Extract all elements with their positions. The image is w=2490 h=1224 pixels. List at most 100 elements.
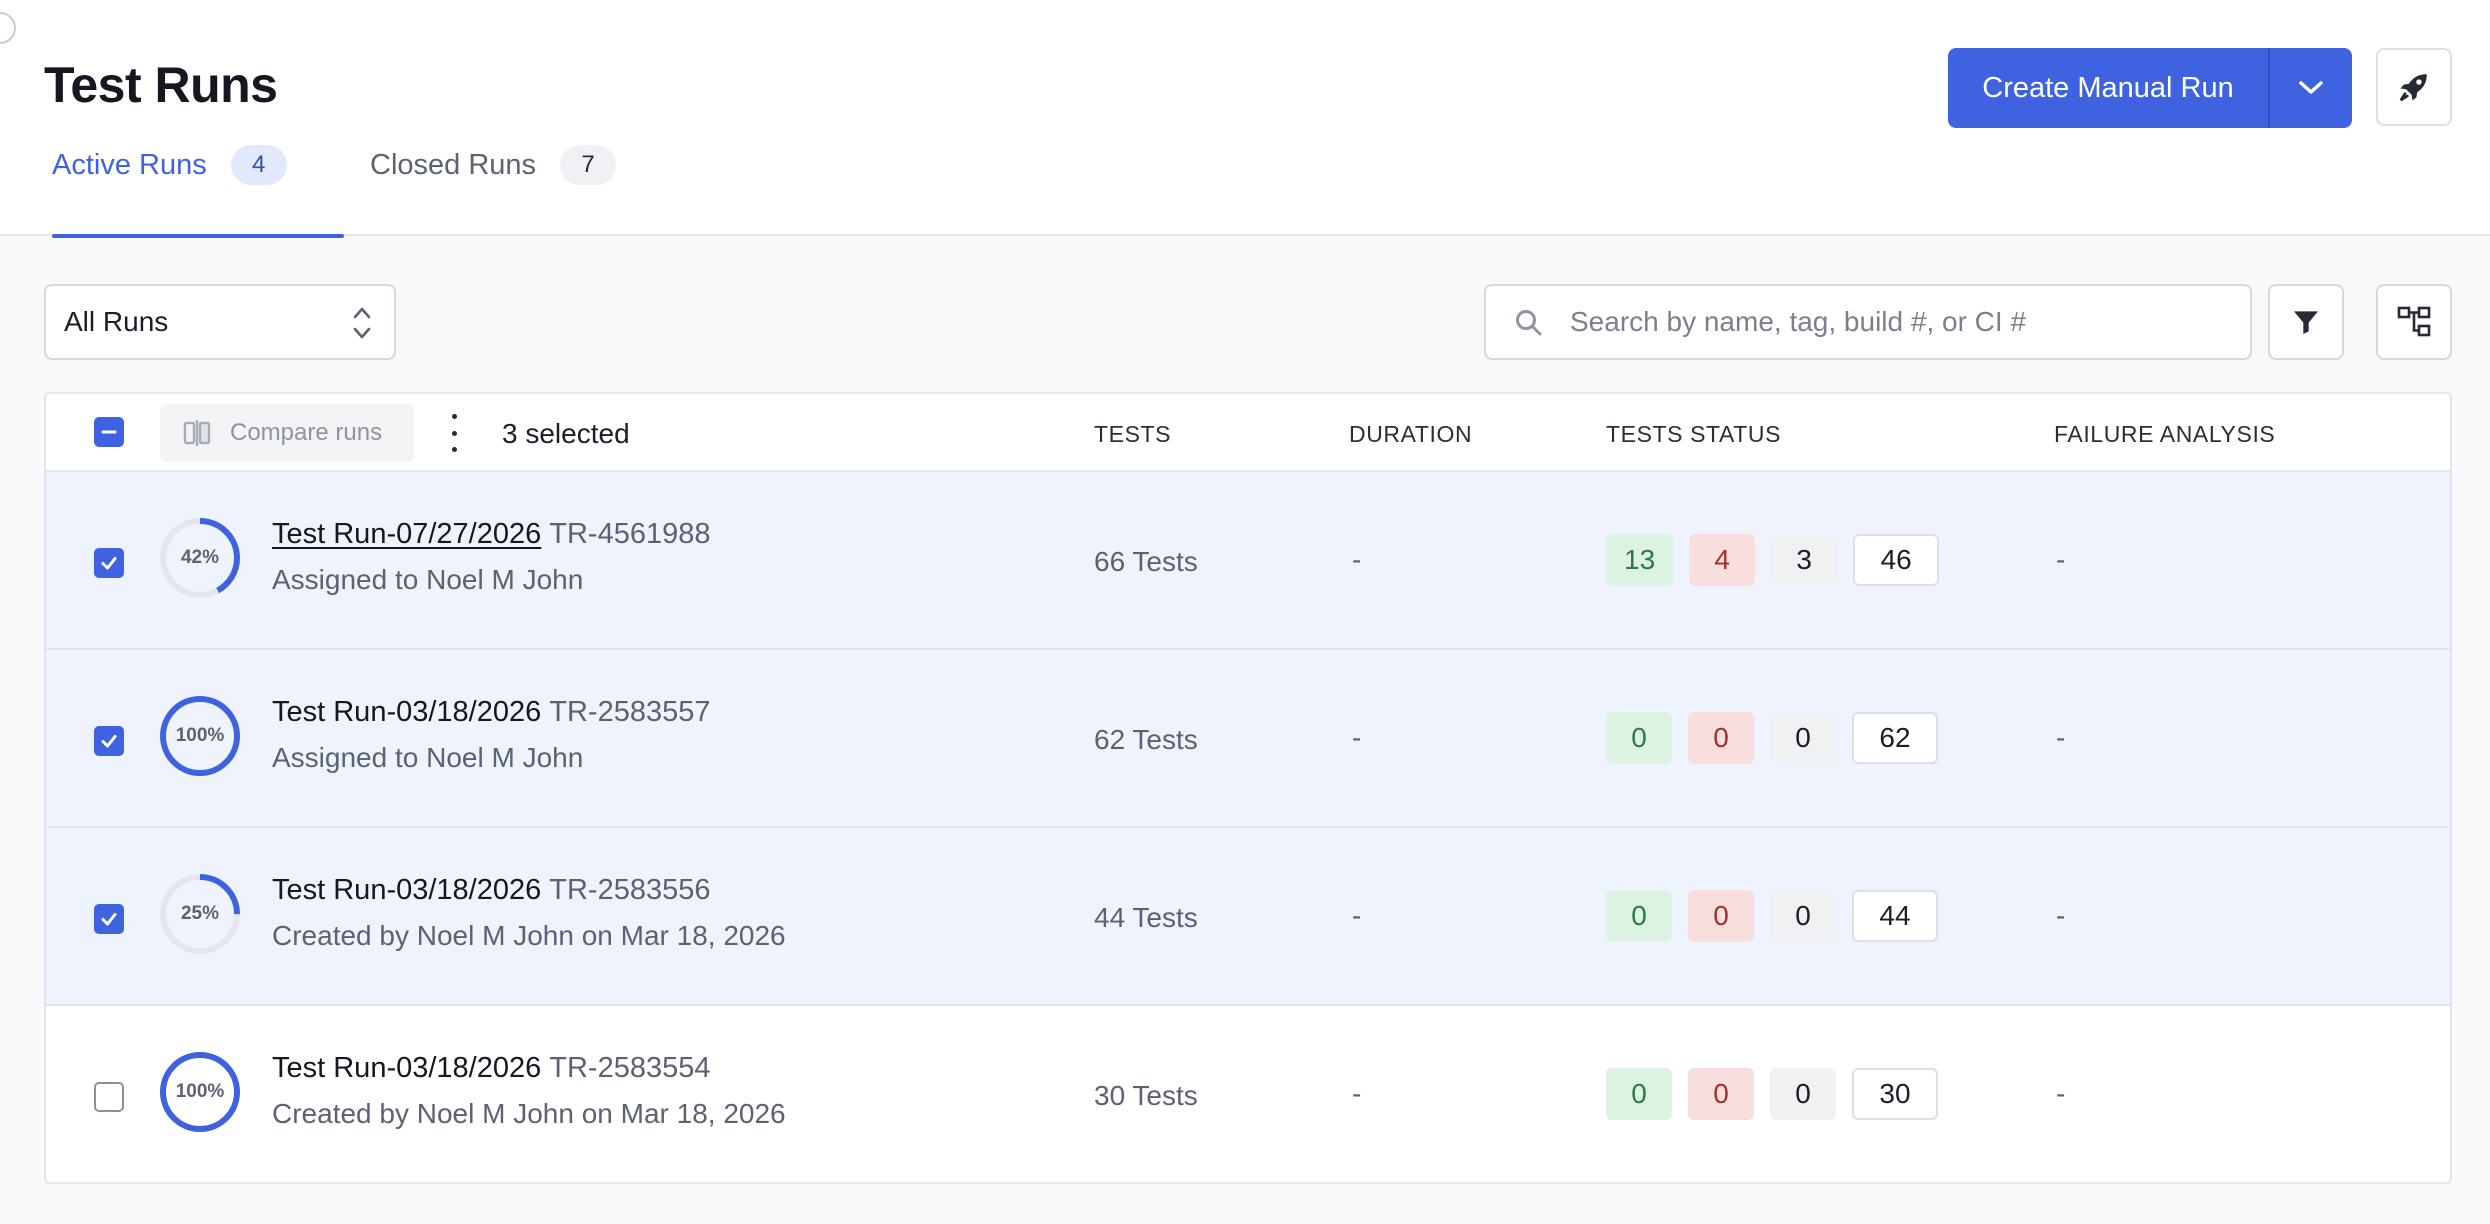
progress-percent: 25% bbox=[180, 903, 220, 924]
column-header-failure-analysis: FAILURE ANALYSIS bbox=[2054, 421, 2276, 447]
create-run-dropdown-button[interactable] bbox=[2270, 48, 2352, 128]
up-down-chevron-icon bbox=[353, 307, 371, 339]
failure-analysis-value: - bbox=[2056, 1078, 2066, 1109]
run-subtitle: Assigned to Noel M John bbox=[272, 564, 584, 595]
column-header-tests-status: TESTS STATUS bbox=[1606, 421, 1782, 447]
filter-icon bbox=[2294, 311, 2318, 334]
compare-runs-button[interactable]: Compare runs bbox=[160, 404, 414, 462]
duration-value: - bbox=[1352, 722, 1362, 753]
corner-circle-icon bbox=[0, 12, 16, 44]
page-title: Test Runs bbox=[44, 57, 278, 113]
tests-status-group: 0 0 0 44 bbox=[1606, 890, 1938, 942]
tests-status-group: 13 4 3 46 bbox=[1606, 534, 1940, 586]
failed-count-badge: 0 bbox=[1688, 890, 1754, 942]
failed-count-badge: 0 bbox=[1688, 1068, 1754, 1120]
run-title: Test Run-03/18/2026 TR-2583554 bbox=[272, 1052, 710, 1085]
duration-value: - bbox=[1352, 1078, 1362, 1109]
check-icon bbox=[101, 557, 117, 570]
passed-count-badge: 13 bbox=[1606, 534, 1674, 586]
run-id: TR-4561988 bbox=[549, 518, 711, 550]
failed-count-badge: 4 bbox=[1689, 534, 1756, 586]
run-subtitle: Created by Noel M John on Mar 18, 2026 bbox=[272, 1098, 786, 1129]
failure-analysis-value: - bbox=[2056, 900, 2066, 931]
table-row[interactable]: 100% Test Run-03/18/2026 TR-2583554 Creat… bbox=[46, 1006, 2450, 1182]
selected-count: 3 selected bbox=[502, 418, 630, 449]
tab-label: Closed Runs bbox=[370, 149, 537, 181]
tab-label: Active Runs bbox=[52, 149, 207, 181]
rocket-icon bbox=[2399, 74, 2427, 102]
select-all-checkbox[interactable] bbox=[94, 417, 124, 447]
tab-active-runs[interactable]: Active Runs 4 bbox=[52, 145, 344, 238]
untested-count-badge: 30 bbox=[1852, 1068, 1938, 1120]
run-name-link[interactable]: Test Run-03/18/2026 bbox=[272, 696, 541, 728]
skipped-count-badge: 0 bbox=[1770, 1068, 1836, 1120]
run-title: Test Run-07/27/2026 TR-4561988 bbox=[272, 518, 710, 551]
failure-analysis-value: - bbox=[2056, 544, 2066, 575]
run-title: Test Run-03/18/2026 TR-2583556 bbox=[272, 874, 710, 907]
table-row[interactable]: 25% Test Run-03/18/2026 TR-2583556 Create… bbox=[46, 828, 2450, 1006]
row-checkbox[interactable] bbox=[94, 726, 124, 756]
indeterminate-icon bbox=[101, 430, 117, 434]
run-title: Test Run-03/18/2026 TR-2583557 bbox=[272, 696, 710, 729]
filter-button[interactable] bbox=[2268, 284, 2344, 360]
compare-runs-label: Compare runs bbox=[230, 419, 383, 446]
progress-ring: 42% bbox=[158, 516, 242, 600]
table-header: Compare runs 3 selected TESTS DURATION T… bbox=[46, 394, 2450, 472]
row-checkbox[interactable] bbox=[94, 1082, 124, 1112]
run-name-link[interactable]: Test Run-03/18/2026 bbox=[272, 874, 541, 906]
progress-ring: 100% bbox=[158, 1050, 242, 1134]
failure-analysis-value: - bbox=[2056, 722, 2066, 753]
run-subtitle: Assigned to Noel M John bbox=[272, 742, 584, 773]
failed-count-badge: 0 bbox=[1688, 712, 1754, 764]
compare-icon bbox=[183, 420, 211, 446]
create-manual-run-split-button: Create Manual Run bbox=[1948, 48, 2352, 128]
progress-percent: 42% bbox=[180, 547, 220, 568]
duration-value: - bbox=[1352, 900, 1362, 931]
duration-value: - bbox=[1352, 544, 1362, 575]
progress-ring: 25% bbox=[158, 872, 242, 956]
untested-count-badge: 44 bbox=[1852, 890, 1938, 942]
tests-status-group: 0 0 0 30 bbox=[1606, 1068, 1938, 1120]
runs-table: Compare runs 3 selected TESTS DURATION T… bbox=[44, 392, 2452, 1184]
row-checkbox[interactable] bbox=[94, 904, 124, 934]
skipped-count-badge: 0 bbox=[1770, 712, 1836, 764]
more-actions-icon[interactable] bbox=[444, 414, 464, 452]
search-icon bbox=[1516, 310, 1542, 336]
run-id: TR-2583556 bbox=[549, 874, 711, 906]
tab-closed-runs[interactable]: Closed Runs 7 bbox=[370, 145, 670, 236]
passed-count-badge: 0 bbox=[1606, 712, 1672, 764]
untested-count-badge: 62 bbox=[1852, 712, 1938, 764]
skipped-count-badge: 0 bbox=[1770, 890, 1836, 942]
table-row[interactable]: 100% Test Run-03/18/2026 TR-2583557 Assig… bbox=[46, 650, 2450, 828]
run-filter-value: All Runs bbox=[64, 306, 169, 337]
check-icon bbox=[101, 913, 117, 926]
page-header: Test Runs Active Runs 4 Closed Runs 7 Cr… bbox=[0, 0, 2490, 238]
check-icon bbox=[101, 735, 117, 748]
passed-count-badge: 0 bbox=[1606, 1068, 1672, 1120]
tests-count: 62 Tests bbox=[1094, 724, 1198, 755]
progress-ring: 100% bbox=[158, 694, 242, 778]
tests-count: 44 Tests bbox=[1094, 902, 1198, 933]
run-filter-select[interactable]: All Runs bbox=[44, 284, 396, 360]
untested-count-badge: 46 bbox=[1853, 534, 1940, 586]
hierarchy-view-button[interactable] bbox=[2376, 284, 2452, 360]
create-manual-run-button[interactable]: Create Manual Run bbox=[1948, 48, 2270, 128]
passed-count-badge: 0 bbox=[1606, 890, 1672, 942]
progress-percent: 100% bbox=[175, 1081, 225, 1102]
search-box bbox=[1484, 284, 2252, 360]
rocket-button[interactable] bbox=[2376, 48, 2452, 126]
table-row[interactable]: 42% Test Run-07/27/2026 TR-4561988 Assign… bbox=[46, 472, 2450, 650]
column-header-duration: DURATION bbox=[1349, 421, 1473, 447]
column-header-tests: TESTS bbox=[1094, 421, 1172, 447]
tab-count-badge: 4 bbox=[230, 145, 287, 185]
search-input[interactable] bbox=[1570, 296, 2230, 348]
progress-percent: 100% bbox=[175, 725, 225, 746]
run-name-link[interactable]: Test Run-03/18/2026 bbox=[272, 1052, 541, 1084]
row-checkbox[interactable] bbox=[94, 548, 124, 578]
skipped-count-badge: 3 bbox=[1771, 534, 1838, 586]
tests-count: 66 Tests bbox=[1094, 546, 1198, 577]
tests-count: 30 Tests bbox=[1094, 1080, 1198, 1111]
run-name-link[interactable]: Test Run-07/27/2026 bbox=[272, 518, 541, 550]
tab-count-badge: 7 bbox=[560, 145, 617, 185]
tests-status-group: 0 0 0 62 bbox=[1606, 712, 1938, 764]
